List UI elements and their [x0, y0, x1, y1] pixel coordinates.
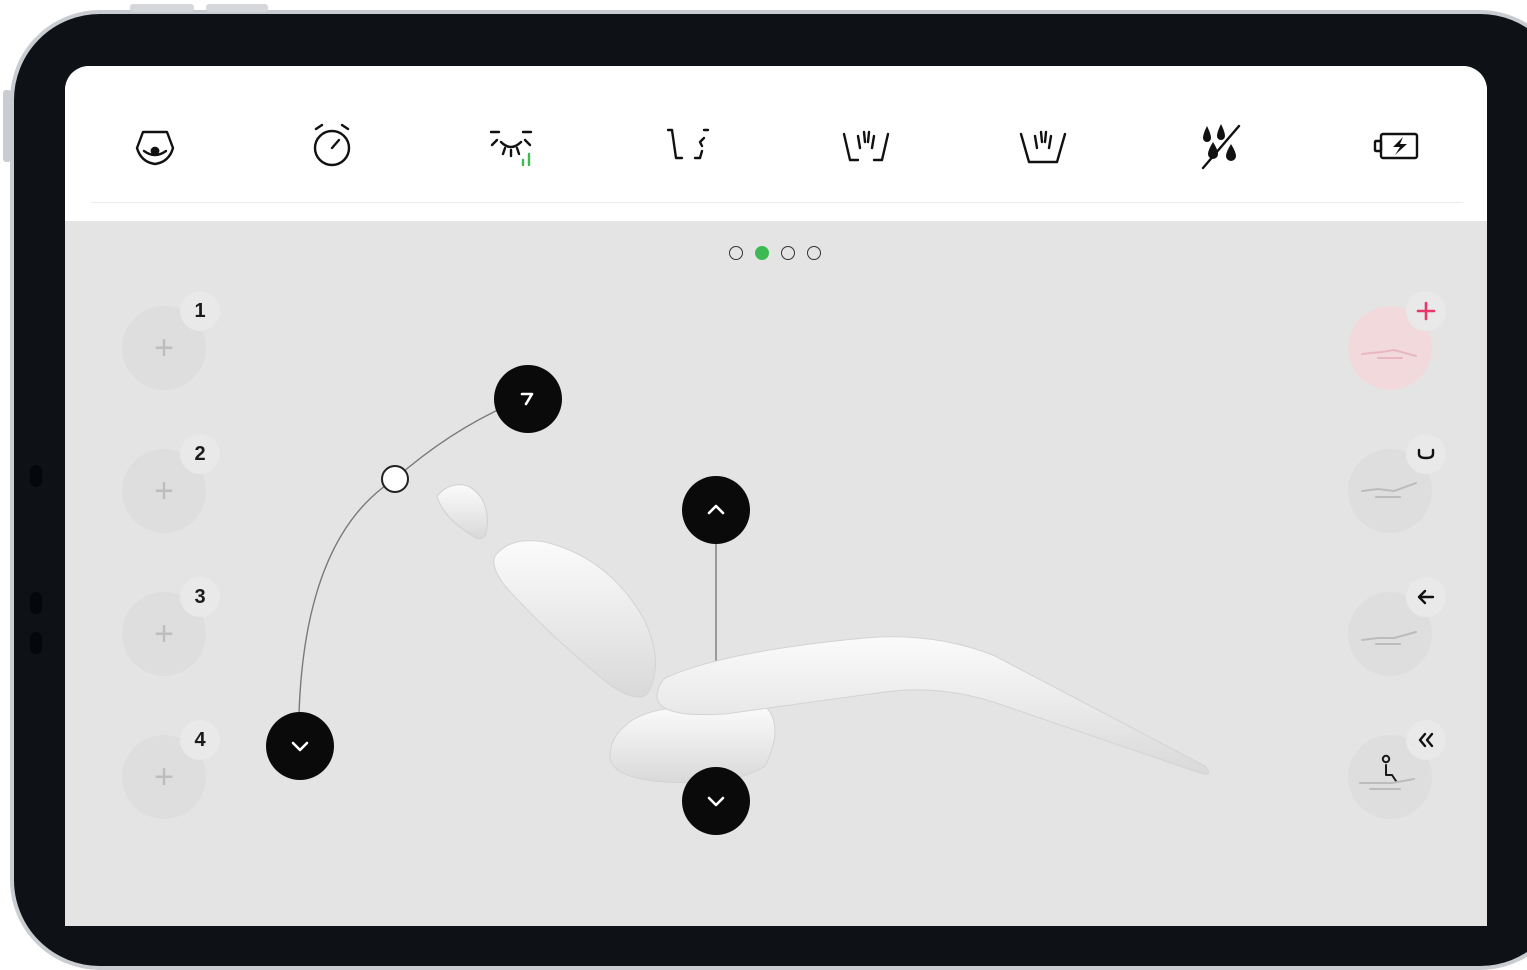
rinse-cup-icon [1417, 448, 1435, 460]
chevron-up-icon [707, 504, 725, 515]
tilt-handle[interactable] [381, 465, 409, 493]
chair-stage [298, 397, 1209, 784]
top-button [130, 4, 194, 12]
backrest-down-button[interactable] [266, 712, 334, 780]
rinse-cup-badge [1406, 434, 1446, 474]
backrest-up-button[interactable] [494, 365, 562, 433]
sensor [30, 632, 42, 654]
top-button [206, 4, 268, 12]
chair-down-button[interactable] [682, 767, 750, 835]
sensor [30, 465, 42, 487]
chevron-down-icon [291, 741, 309, 752]
chair-seat [609, 636, 1209, 784]
chair-up-button[interactable] [682, 476, 750, 544]
arrow-badge [1406, 577, 1446, 617]
app-screen: + 1 + 2 + 3 + 4 [65, 66, 1487, 926]
sensor [30, 592, 42, 614]
chevron-diagonal-icon [520, 392, 534, 406]
return-badge [1406, 720, 1446, 760]
plus-icon [1416, 301, 1436, 321]
double-chevron-left-icon [1418, 732, 1434, 748]
add-preset-badge[interactable] [1406, 291, 1446, 331]
backrest-tilt-track [298, 397, 526, 715]
chair-headrest [436, 484, 488, 540]
volume-button [3, 90, 11, 162]
chevron-down-icon [707, 796, 725, 807]
chair-backrest [493, 540, 656, 698]
arrow-left-icon [1417, 589, 1435, 605]
